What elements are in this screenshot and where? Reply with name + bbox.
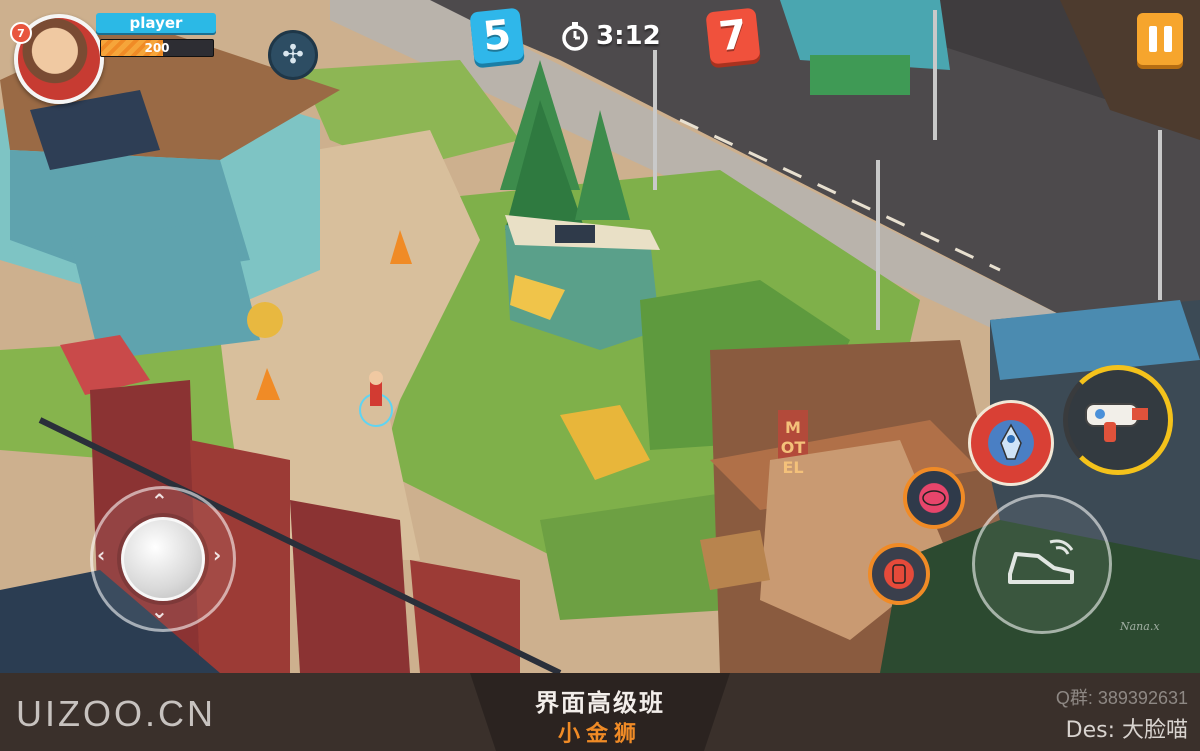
health-bar: 200 bbox=[100, 39, 214, 57]
match-timer: 3:12 bbox=[560, 18, 661, 54]
designer-credit: Des: 大脸喵 bbox=[1065, 718, 1188, 743]
joystick-up-arrow: ⌃ bbox=[151, 489, 168, 513]
course-title: 界面高级班 bbox=[535, 689, 665, 717]
rocket-icon bbox=[1000, 423, 1022, 460]
joystick-right-arrow: › bbox=[213, 543, 222, 567]
red-team-score: 7 bbox=[705, 7, 761, 65]
stopwatch-icon bbox=[562, 22, 588, 51]
qq-group-number: Q群: 389392631 bbox=[1055, 688, 1188, 708]
rocket-skill-button[interactable] bbox=[968, 400, 1054, 486]
timer-value: 3:12 bbox=[596, 21, 661, 51]
weapon-button[interactable] bbox=[1063, 365, 1173, 475]
pause-button[interactable] bbox=[1137, 13, 1183, 65]
sneaker-dash-icon bbox=[1008, 539, 1074, 584]
artist-signature: Nana.x bbox=[1120, 620, 1160, 633]
player-name: player bbox=[96, 13, 216, 33]
turret-skill-button[interactable] bbox=[868, 543, 930, 605]
pause-icon-bar bbox=[1163, 26, 1172, 52]
course-subtitle: 小金狮 bbox=[557, 722, 642, 747]
health-value: 200 bbox=[144, 41, 170, 55]
pause-icon bbox=[1148, 26, 1157, 52]
blaster-icon bbox=[1085, 403, 1148, 442]
fan-icon[interactable]: ✣ bbox=[268, 30, 318, 80]
joystick-left-arrow: ‹ bbox=[97, 543, 106, 567]
blue-team-score: 5 bbox=[469, 7, 525, 65]
player-level-badge: 7 bbox=[10, 22, 32, 44]
movement-joystick[interactable]: ⌃ ⌄ ‹ › bbox=[90, 486, 236, 632]
joystick-down-arrow: ⌄ bbox=[151, 599, 168, 623]
player-info-panel: player 200 bbox=[96, 13, 218, 59]
dash-button[interactable] bbox=[972, 494, 1112, 634]
turret-icon bbox=[892, 564, 906, 584]
mine-skill-button[interactable] bbox=[903, 467, 965, 529]
joystick-icon[interactable] bbox=[121, 517, 205, 601]
footer-brand: UIZOO.CN bbox=[16, 693, 216, 734]
mine-icon bbox=[922, 490, 946, 506]
motel-sign: MOTEL bbox=[780, 418, 806, 477]
